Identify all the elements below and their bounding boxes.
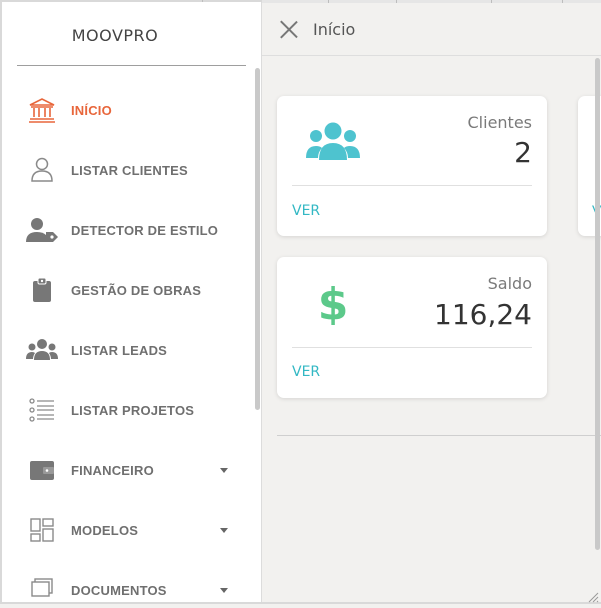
sidebar-item-inicio[interactable]: INÍCIO bbox=[2, 80, 256, 140]
chevron-down-icon[interactable] bbox=[220, 468, 228, 473]
sidebar-item-label: DOCUMENTOS bbox=[71, 582, 167, 598]
clientes-card: Clientes 2 VER bbox=[277, 96, 547, 236]
content-divider bbox=[277, 435, 601, 436]
svg-text:$: $ bbox=[318, 279, 348, 325]
resize-grip-icon[interactable] bbox=[587, 590, 599, 603]
sidebar-item-label: INÍCIO bbox=[71, 102, 112, 118]
users-icon bbox=[306, 122, 360, 167]
sidebar-item-label: FINANCEIRO bbox=[71, 462, 154, 478]
card-divider bbox=[292, 347, 532, 348]
sidebar-item-label: LISTAR CLIENTES bbox=[71, 162, 188, 178]
clipboard-icon bbox=[26, 276, 58, 304]
close-icon[interactable] bbox=[280, 20, 298, 38]
clientes-value: 2 bbox=[514, 136, 532, 169]
sidebar-item-gestao-de-obras[interactable]: GESTÃO DE OBRAS bbox=[2, 260, 256, 320]
chevron-down-icon[interactable] bbox=[220, 528, 228, 533]
sidebar-item-modelos[interactable]: MODELOS bbox=[2, 500, 256, 560]
documents-icon bbox=[26, 576, 58, 602]
user-icon bbox=[26, 156, 58, 184]
template-icon bbox=[26, 516, 58, 544]
sidebar: MOOVPRO INÍCIO LISTAR CLIENTES DETECTOR … bbox=[2, 2, 262, 602]
sidebar-item-financeiro[interactable]: FINANCEIRO bbox=[2, 440, 256, 500]
card-divider bbox=[292, 185, 532, 186]
sidebar-item-listar-clientes[interactable]: LISTAR CLIENTES bbox=[2, 140, 256, 200]
sidebar-item-label: LISTAR PROJETOS bbox=[71, 402, 195, 418]
saldo-card: $ Saldo 116,24 VER bbox=[277, 257, 547, 398]
sidebar-scrollbar[interactable] bbox=[255, 68, 260, 410]
user-tag-icon bbox=[26, 216, 58, 244]
main-scrollbar[interactable] bbox=[595, 58, 600, 550]
sidebar-item-label: LISTAR LEADS bbox=[71, 342, 168, 358]
bank-icon bbox=[26, 96, 58, 124]
chevron-down-icon[interactable] bbox=[220, 588, 228, 593]
users-icon bbox=[26, 336, 58, 364]
brand-logo: MOOVPRO bbox=[71, 26, 159, 45]
saldo-caption: Saldo bbox=[487, 274, 532, 293]
saldo-ver-link[interactable]: VER bbox=[292, 364, 320, 380]
wallet-icon bbox=[26, 456, 58, 484]
page-title: Início bbox=[313, 20, 356, 39]
dollar-icon: $ bbox=[318, 279, 349, 330]
clientes-ver-link[interactable]: VER bbox=[292, 203, 320, 219]
saldo-value: 116,24 bbox=[434, 298, 532, 331]
sidebar-item-documentos[interactable]: DOCUMENTOS bbox=[2, 560, 256, 602]
sidebar-item-label: DETECTOR DE ESTILO bbox=[71, 222, 219, 238]
sidebar-item-listar-projetos[interactable]: LISTAR PROJETOS bbox=[2, 380, 256, 440]
sidebar-item-label: GESTÃO DE OBRAS bbox=[71, 282, 202, 298]
sidebar-nav: INÍCIO LISTAR CLIENTES DETECTOR DE ESTIL… bbox=[2, 80, 256, 602]
sidebar-item-listar-leads[interactable]: LISTAR LEADS bbox=[2, 320, 256, 380]
brand-divider bbox=[17, 65, 246, 66]
sidebar-item-detector-de-estilo[interactable]: DETECTOR DE ESTILO bbox=[2, 200, 256, 260]
sidebar-item-label: MODELOS bbox=[71, 522, 139, 538]
page-header: Início bbox=[262, 3, 601, 56]
list-icon bbox=[26, 396, 58, 424]
clientes-caption: Clientes bbox=[467, 113, 533, 132]
